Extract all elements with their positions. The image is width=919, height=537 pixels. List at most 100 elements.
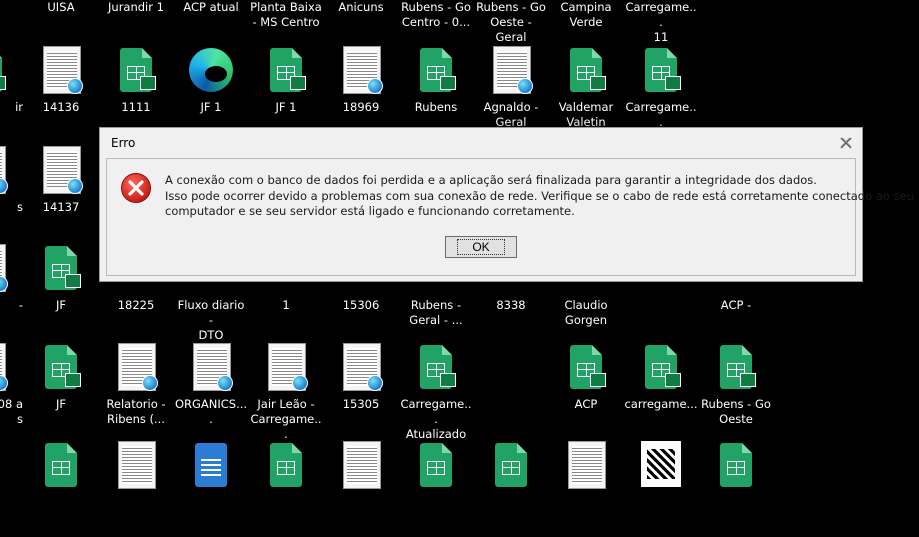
desktop-icon[interactable] bbox=[549, 441, 623, 537]
edge-badge-icon bbox=[367, 375, 383, 391]
icon-label: Rubens - Go Oeste bbox=[701, 397, 771, 426]
edge-badge-icon bbox=[367, 78, 383, 94]
icon-label: s bbox=[17, 200, 23, 214]
desktop-icon[interactable]: UISA bbox=[24, 0, 98, 42]
spreadsheet-icon bbox=[720, 345, 756, 389]
icon-label: Carregame... Atualizado bbox=[400, 397, 472, 441]
desktop-icon[interactable]: JF bbox=[24, 244, 98, 340]
icon-label: 18969 bbox=[342, 100, 380, 114]
icon-label: 08 a s bbox=[0, 397, 23, 426]
icon-label: Fluxo diario - DTO bbox=[177, 298, 245, 342]
icon-label: ORGANICS.... bbox=[174, 397, 248, 426]
dialog-titlebar[interactable]: Erro bbox=[100, 128, 862, 158]
icon-label: Jurandir 1 bbox=[108, 0, 164, 14]
spreadsheet-icon bbox=[645, 345, 681, 389]
spreadsheet-icon bbox=[570, 345, 606, 389]
icon-label: ACP - bbox=[720, 298, 752, 312]
desktop-icon[interactable] bbox=[399, 441, 473, 537]
desktop-icon[interactable] bbox=[474, 441, 548, 537]
error-dialog: Erro A conexão com o banco de dados foi … bbox=[99, 127, 914, 282]
desktop-icon[interactable] bbox=[624, 441, 698, 537]
error-message: A conexão com o banco de dados foi perdi… bbox=[165, 173, 914, 220]
dialog-content: A conexão com o banco de dados foi perdi… bbox=[106, 158, 914, 276]
spreadsheet-icon bbox=[45, 345, 81, 389]
desktop-icon[interactable]: Jair Leão - Carregame... bbox=[249, 343, 323, 441]
spreadsheet-icon bbox=[270, 443, 302, 487]
desktop-icon[interactable]: Planta Baixa - MS Centro bbox=[249, 0, 323, 42]
desktop-icon[interactable] bbox=[249, 441, 323, 537]
desktop-icon[interactable]: Carregame... 11 bbox=[624, 0, 698, 44]
icon-label: Agnaldo - Geral bbox=[483, 100, 539, 129]
icon-label: Campina Verde bbox=[560, 0, 612, 29]
desktop-icon[interactable]: Campina Verde bbox=[549, 0, 623, 42]
spreadsheet-icon bbox=[420, 443, 452, 487]
icon-label: carregame... bbox=[624, 397, 698, 411]
icon-label: UISA bbox=[47, 0, 75, 14]
edge-badge-icon bbox=[0, 178, 8, 194]
spreadsheet-icon bbox=[270, 48, 306, 92]
icon-label: 8338 bbox=[496, 298, 526, 312]
zebra-icon bbox=[641, 441, 681, 487]
icon-label: Rubens - Geral - ... bbox=[409, 298, 463, 327]
icon-label: Claudio Gorgen bbox=[564, 298, 608, 327]
close-icon[interactable] bbox=[839, 136, 853, 150]
edge-badge-icon bbox=[67, 78, 83, 94]
icon-label: JF 1 bbox=[200, 100, 222, 114]
spreadsheet-icon bbox=[45, 443, 77, 487]
error-icon bbox=[121, 173, 151, 203]
icon-label: Rubens bbox=[414, 100, 458, 114]
edge-badge-icon bbox=[217, 375, 233, 391]
edge-badge-icon bbox=[142, 375, 158, 391]
message-line: A conexão com o banco de dados foi perdi… bbox=[165, 173, 817, 187]
icon-label: Jair Leão - Carregame... bbox=[250, 397, 322, 441]
desktop-icon[interactable]: Rubens - Go Centro - 0... bbox=[399, 0, 473, 42]
ok-button-label: OK bbox=[457, 239, 505, 255]
desktop-icon[interactable]: Rubens - Go Oeste bbox=[699, 343, 773, 439]
desktop-icon[interactable] bbox=[99, 441, 173, 537]
spreadsheet-icon bbox=[45, 246, 81, 290]
icon-label: 15306 bbox=[342, 298, 380, 312]
desktop-icon[interactable]: Jurandir 1 bbox=[99, 0, 173, 42]
edge-badge-icon bbox=[292, 375, 308, 391]
desktop-icon[interactable]: carregame... bbox=[624, 343, 698, 439]
icon-label: 14136 bbox=[42, 100, 80, 114]
desktop-icon[interactable]: JF bbox=[24, 343, 98, 439]
desktop-icon[interactable] bbox=[174, 441, 248, 537]
icon-label: 1111 bbox=[121, 100, 151, 114]
desktop-icon[interactable]: Relatorio - Ribens (... bbox=[99, 343, 173, 439]
spreadsheet-icon bbox=[420, 48, 456, 92]
desktop-icon[interactable] bbox=[24, 441, 98, 537]
edge-browser-icon bbox=[189, 48, 233, 92]
desktop-icon[interactable]: ACP atual bbox=[174, 0, 248, 42]
desktop-icon[interactable]: ACP bbox=[549, 343, 623, 439]
spreadsheet-icon bbox=[120, 48, 156, 92]
desktop-icon[interactable]: 14137 bbox=[24, 146, 98, 242]
desktop-icon[interactable]: Anicuns bbox=[324, 0, 398, 42]
icon-label: JF 1 bbox=[275, 100, 297, 114]
desktop-icon[interactable]: 15305 bbox=[324, 343, 398, 439]
icon-label: Valdemar Valetin bbox=[558, 100, 614, 129]
document-thumbnail-icon bbox=[568, 441, 606, 489]
desktop-icon[interactable]: 14136 bbox=[24, 46, 98, 142]
ok-button[interactable]: OK bbox=[445, 236, 517, 258]
edge-badge-icon bbox=[517, 78, 533, 94]
spreadsheet-icon bbox=[570, 48, 606, 92]
document-thumbnail-icon bbox=[343, 441, 381, 489]
desktop-icon[interactable]: ORGANICS.... bbox=[174, 343, 248, 439]
desktop-icon[interactable]: s bbox=[0, 146, 23, 242]
document-icon bbox=[195, 443, 227, 487]
desktop-icon[interactable]: Rubens - Go Oeste - Geral bbox=[474, 0, 548, 44]
desktop-icon[interactable]: - bbox=[0, 244, 23, 340]
desktop-icon[interactable]: 08 a s bbox=[0, 343, 23, 439]
desktop-icon[interactable] bbox=[699, 441, 773, 537]
icon-label: Relatorio - Ribens (... bbox=[106, 397, 166, 426]
desktop-icon[interactable]: ir bbox=[0, 46, 23, 142]
icon-label: Rubens - Go Centro - 0... bbox=[401, 0, 471, 29]
desktop-icon[interactable]: Carregame... Atualizado bbox=[399, 343, 473, 441]
desktop-icon[interactable] bbox=[324, 441, 398, 537]
icon-label: JF bbox=[55, 397, 66, 411]
icon-label: Rubens - Go Oeste - Geral bbox=[476, 0, 546, 44]
spreadsheet-icon bbox=[720, 443, 752, 487]
spreadsheet-icon bbox=[645, 48, 681, 92]
icon-label: - bbox=[18, 298, 23, 312]
